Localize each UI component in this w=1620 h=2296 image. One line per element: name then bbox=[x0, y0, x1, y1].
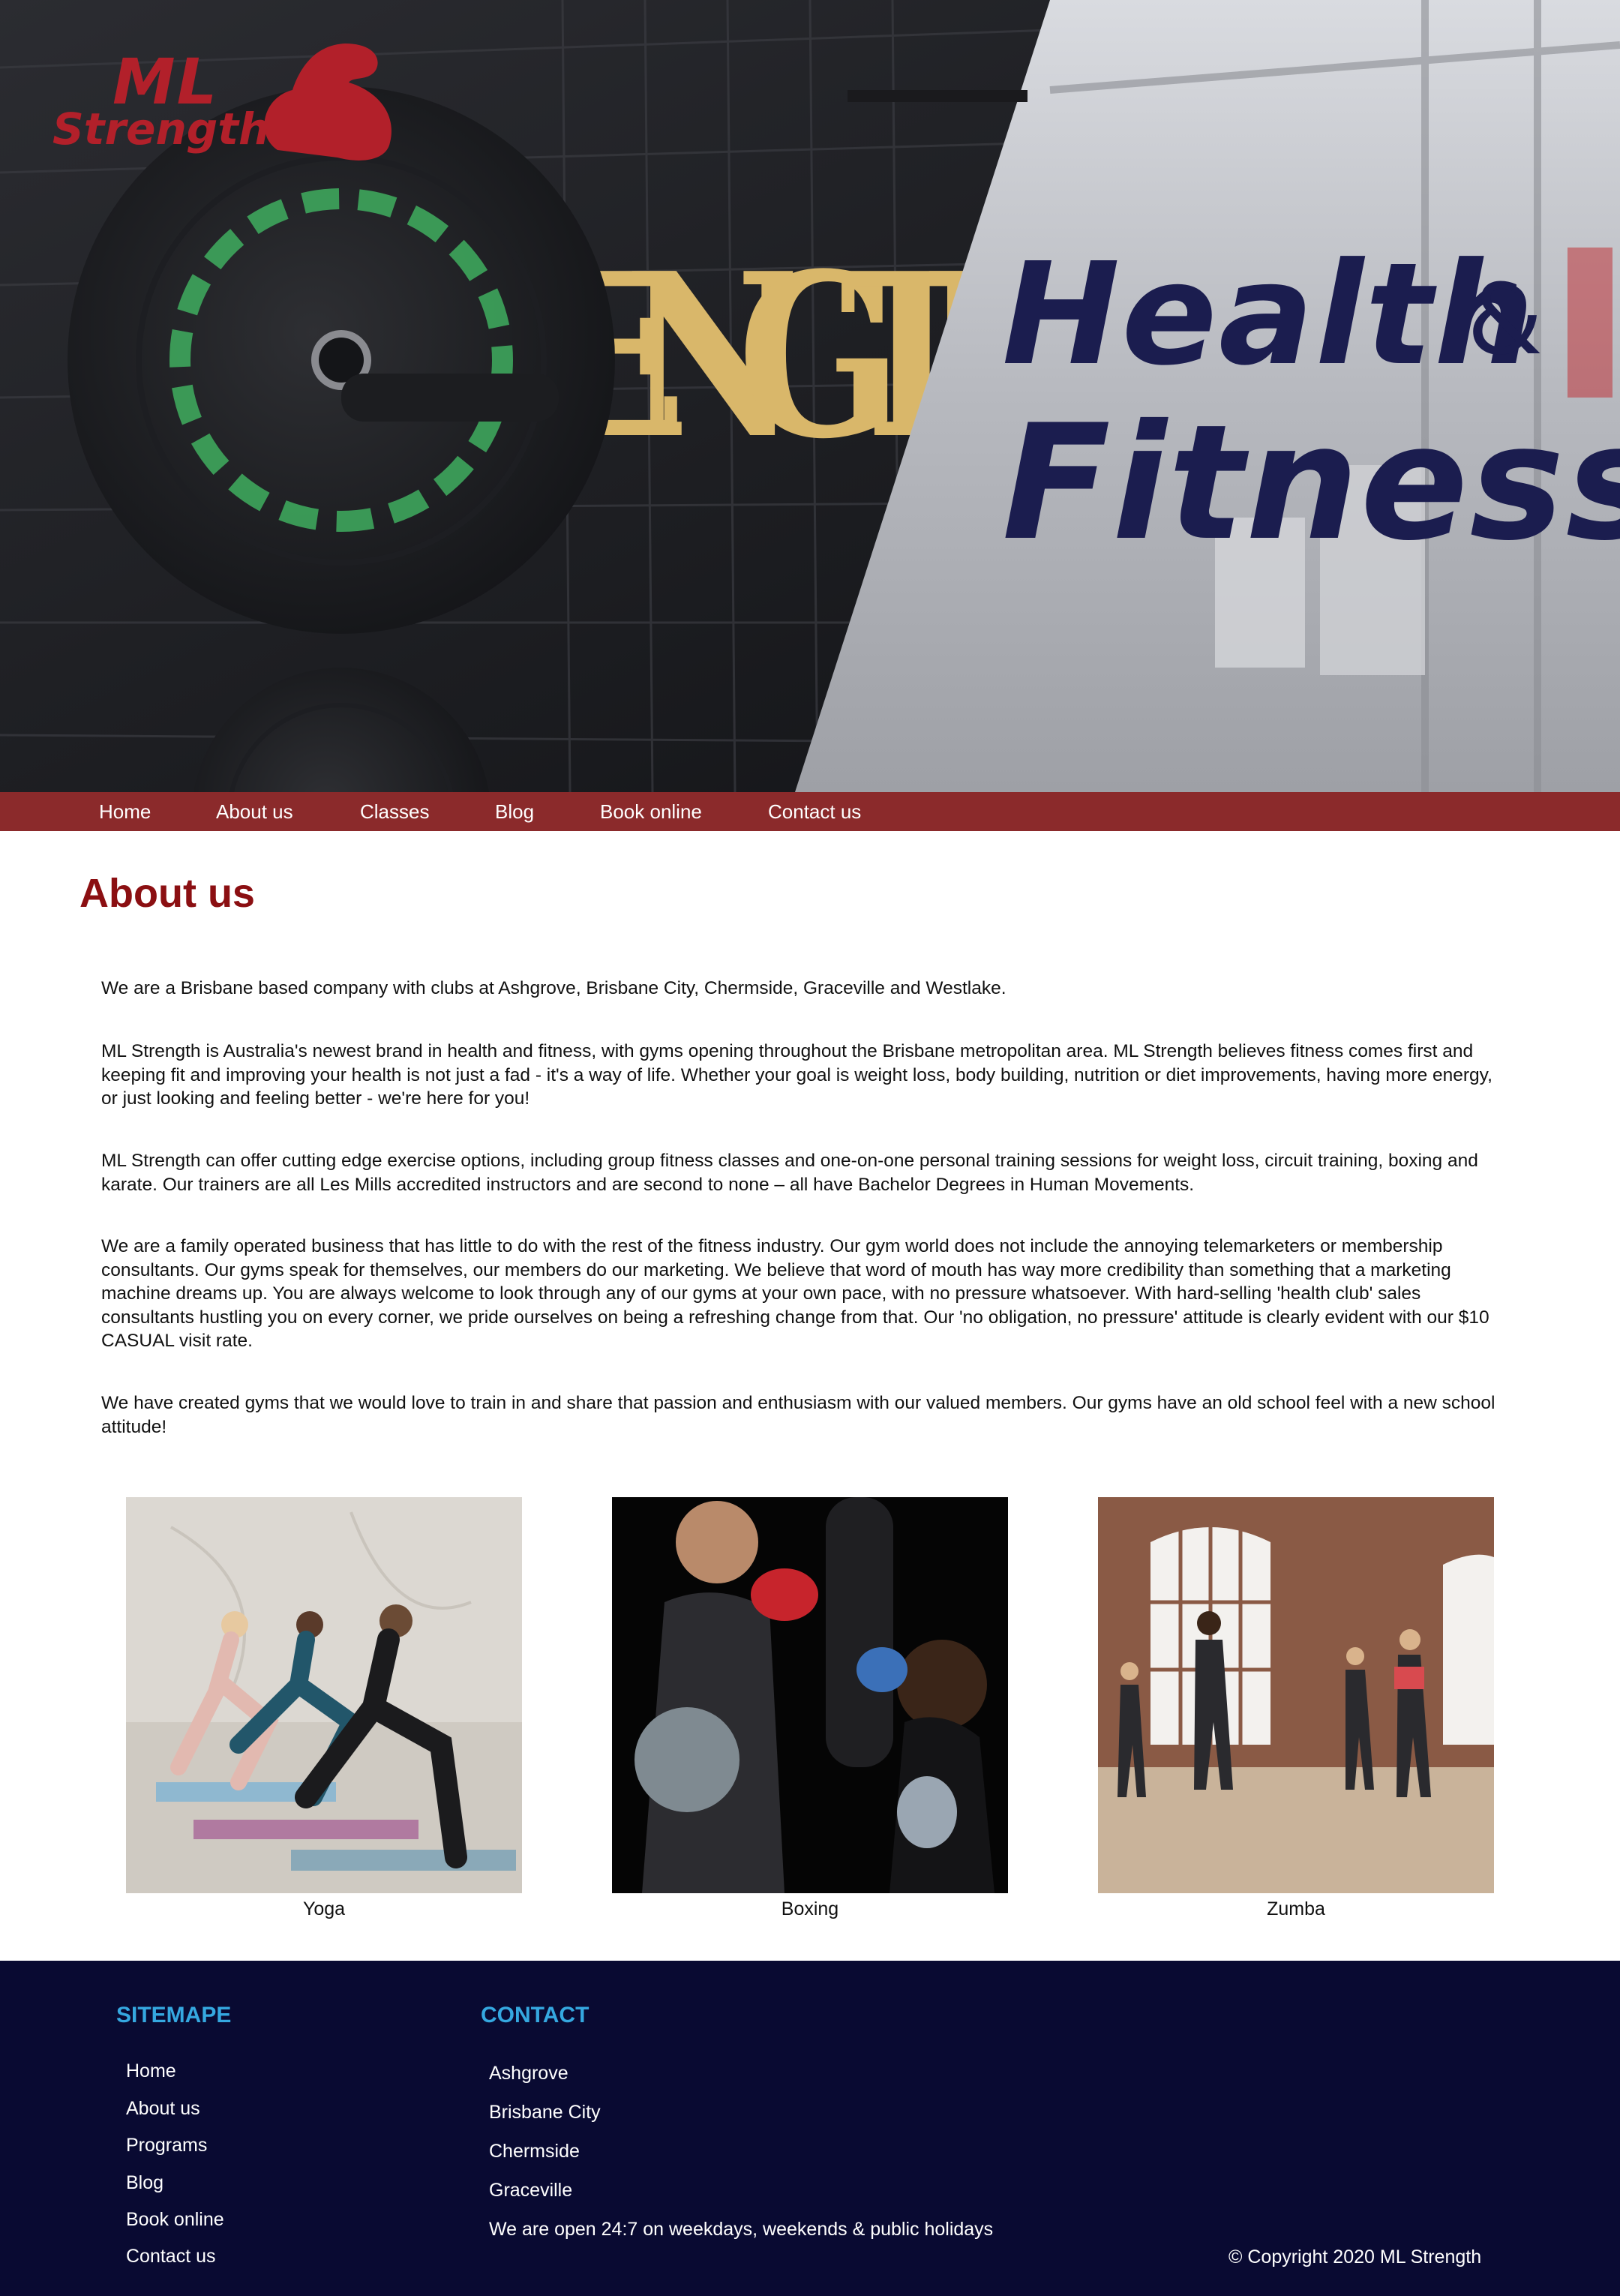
about-paragraph-3: ML Strength can offer cutting edge exerc… bbox=[101, 1151, 1478, 1195]
footer-contact-ashgrove: Ashgrove bbox=[489, 2063, 568, 2084]
zumba-photo bbox=[1098, 1497, 1494, 1893]
footer-contact-title: CONTACT bbox=[481, 2003, 590, 2027]
class-caption-zumba: Zumba bbox=[1267, 1898, 1325, 1919]
ml-strength-logo[interactable]: ML Strength bbox=[45, 38, 392, 165]
nav-book-online[interactable]: Book online bbox=[600, 792, 702, 831]
footer-link-programs[interactable]: Programs bbox=[126, 2135, 207, 2156]
class-caption-boxing: Boxing bbox=[781, 1898, 839, 1919]
class-caption-yoga: Yoga bbox=[302, 1898, 346, 1919]
nav-about-us[interactable]: About us bbox=[216, 792, 293, 831]
class-card-zumba[interactable]: Zumba bbox=[1098, 1497, 1494, 1920]
footer-link-blog[interactable]: Blog bbox=[126, 2172, 164, 2194]
footer-opening-hours: We are open 24:7 on weekdays, weekends &… bbox=[489, 2219, 994, 2240]
footer-link-home[interactable]: Home bbox=[126, 2060, 176, 2082]
class-card-yoga[interactable]: Yoga bbox=[126, 1497, 522, 1920]
yoga-photo bbox=[126, 1497, 522, 1893]
hero-title-ampersand: & bbox=[1467, 263, 1544, 377]
boxing-photo bbox=[612, 1497, 1008, 1893]
about-paragraph-5: We have created gyms that we would love … bbox=[101, 1393, 1496, 1437]
nav-blog[interactable]: Blog bbox=[495, 792, 534, 831]
main-navigation: Home About us Classes Blog Book online C… bbox=[0, 792, 1620, 831]
about-paragraph-2: ML Strength is Australia's newest brand … bbox=[101, 1041, 1492, 1109]
hero-banner: TRENGTH ML Strength Health & Fitness bbox=[0, 0, 1620, 792]
page-title: About us bbox=[80, 871, 255, 916]
footer-link-about-us[interactable]: About us bbox=[126, 2098, 200, 2120]
footer-link-book-online[interactable]: Book online bbox=[126, 2209, 224, 2231]
hero-title-fitness: Fitness bbox=[1002, 390, 1620, 575]
class-card-boxing[interactable]: Boxing bbox=[612, 1497, 1008, 1920]
nav-classes[interactable]: Classes bbox=[360, 792, 429, 831]
about-paragraph-4: We are a family operated business that h… bbox=[101, 1236, 1490, 1351]
nav-contact-us[interactable]: Contact us bbox=[768, 792, 861, 831]
copyright-text: © Copyright 2020 ML Strength bbox=[1228, 2246, 1482, 2267]
nav-home[interactable]: Home bbox=[99, 792, 151, 831]
footer-contact-brisbane-city: Brisbane City bbox=[489, 2102, 601, 2123]
logo-text-strength: Strength bbox=[52, 104, 270, 155]
site-footer bbox=[0, 1961, 1620, 2296]
hero-title-health: Health bbox=[1002, 233, 1536, 397]
footer-sitemap-title: SITEMAPE bbox=[116, 2003, 232, 2027]
footer-contact-chermside: Chermside bbox=[489, 2141, 580, 2162]
flexed-arm-icon bbox=[264, 44, 392, 161]
about-paragraph-1: We are a Brisbane based company with clu… bbox=[101, 978, 1006, 998]
footer-link-contact-us[interactable]: Contact us bbox=[126, 2246, 216, 2267]
footer-contact-graceville: Graceville bbox=[489, 2180, 573, 2201]
